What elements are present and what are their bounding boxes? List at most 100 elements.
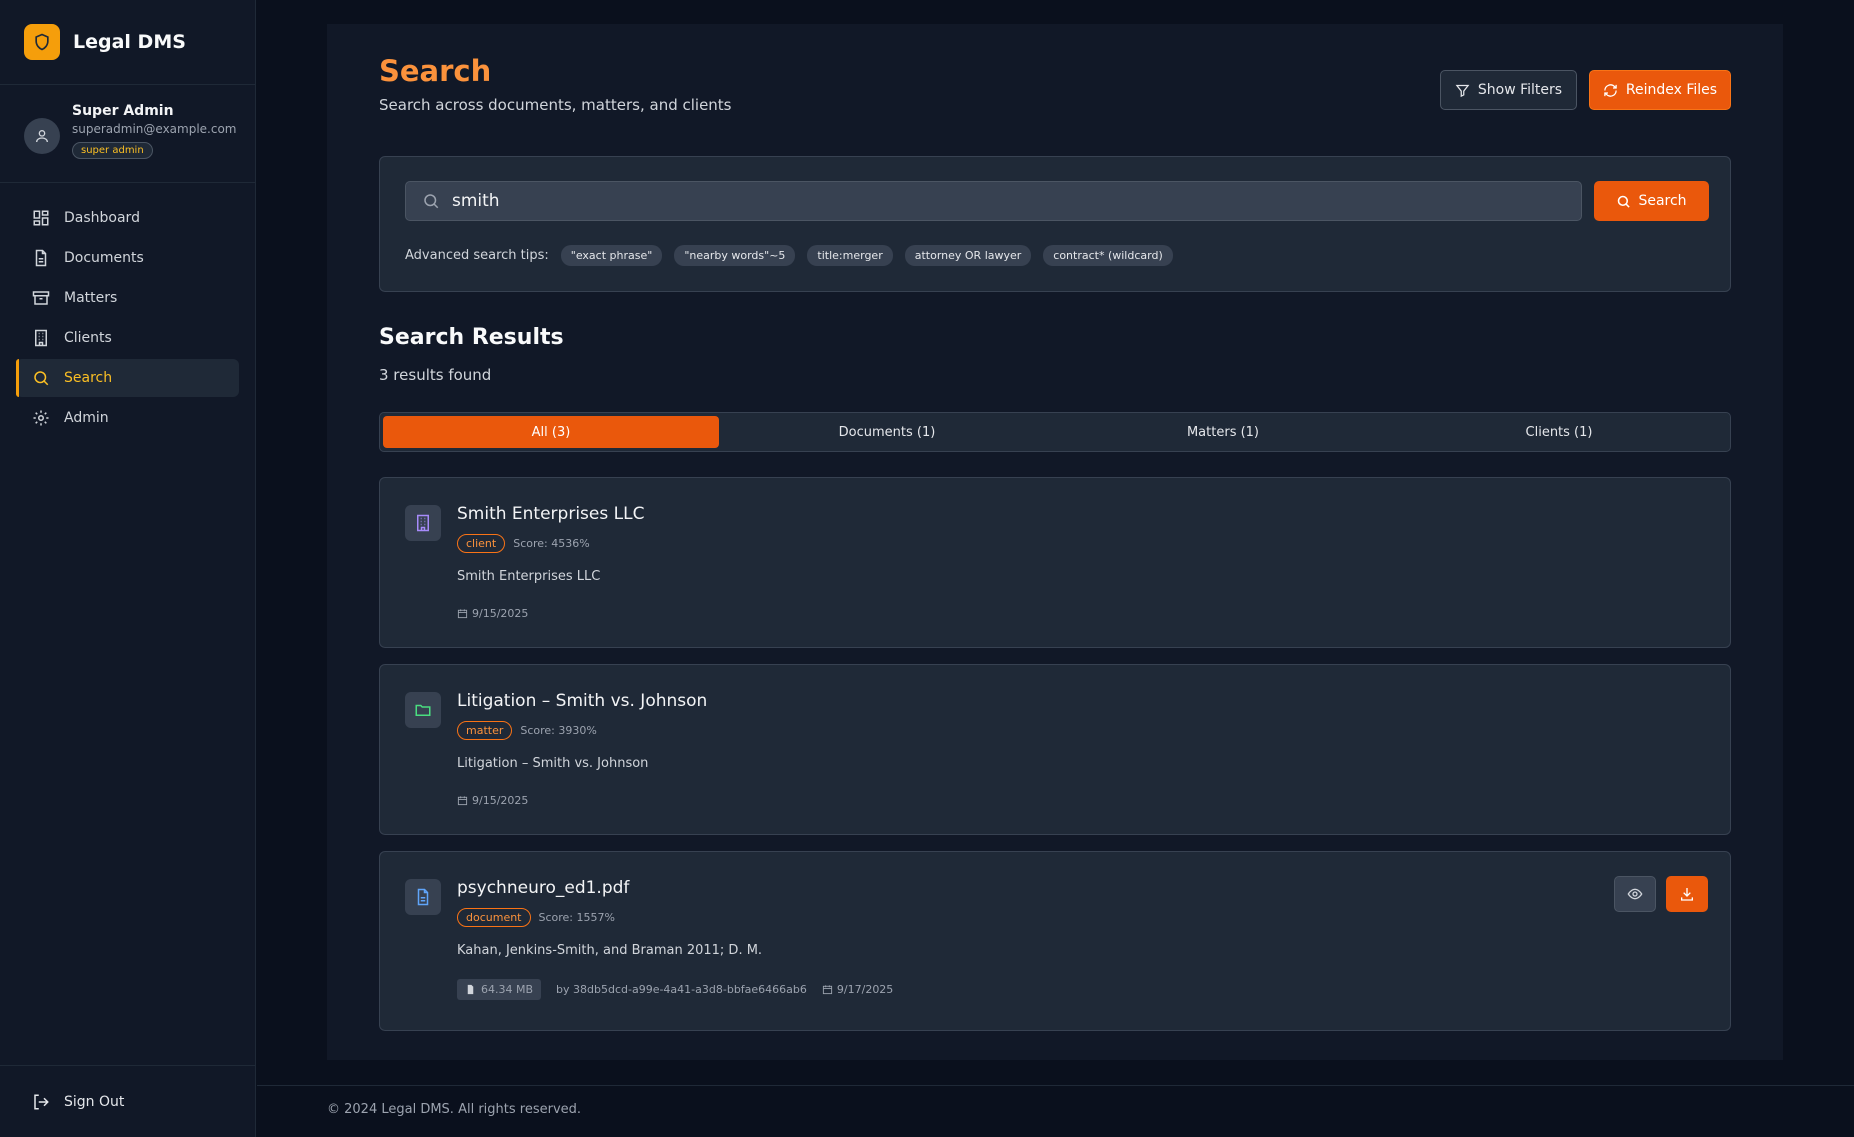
preview-button[interactable] <box>1614 876 1656 912</box>
sidebar-item-admin[interactable]: Admin <box>16 399 239 437</box>
tab-matters[interactable]: Matters (1) <box>1055 416 1391 448</box>
file-icon <box>405 879 441 915</box>
search-tip-chip[interactable]: contract* (wildcard) <box>1043 245 1173 266</box>
app-name: Legal DMS <box>73 31 186 53</box>
sign-out-button[interactable]: Sign Out <box>0 1065 255 1137</box>
search-button-label: Search <box>1638 193 1687 209</box>
result-card[interactable]: psychneuro_ed1.pdf document Score: 1557%… <box>379 851 1731 1031</box>
result-footer: 64.34 MB by 38db5dcd-a99e-4a41-a3d8-bbfa… <box>457 979 893 1000</box>
result-meta: client Score: 4536% <box>457 534 590 553</box>
search-icon <box>34 371 49 386</box>
result-score: Score: 4536% <box>513 537 590 550</box>
show-filters-button[interactable]: Show Filters <box>1440 70 1577 110</box>
result-type-badge: client <box>457 534 506 553</box>
result-meta: matter Score: 3930% <box>457 721 597 740</box>
result-card[interactable]: Smith Enterprises LLC client Score: 4536… <box>379 477 1731 648</box>
user-name: Super Admin <box>72 103 174 119</box>
reindex-files-button[interactable]: Reindex Files <box>1589 70 1731 110</box>
results-title: Search Results <box>379 325 564 350</box>
result-date-text: 9/17/2025 <box>836 983 894 996</box>
sidebar-item-label: Dashboard <box>64 210 140 226</box>
sidebar-item-label: Search <box>64 370 113 386</box>
file-size: 64.34 MB <box>481 983 534 996</box>
result-snippet: Litigation – Smith vs. Johnson <box>457 756 649 771</box>
user-role-badge: super admin <box>72 142 153 159</box>
search-tip-chip[interactable]: "exact phrase" <box>560 245 663 266</box>
result-date: 9/15/2025 <box>457 794 528 807</box>
folder-icon <box>405 692 441 728</box>
search-tips: Advanced search tips: "exact phrase" "ne… <box>405 245 1185 266</box>
sidebar-nav: Dashboard Documents Matters Clients Sear… <box>0 183 255 437</box>
result-score: Score: 1557% <box>538 911 615 924</box>
show-filters-label: Show Filters <box>1477 82 1563 98</box>
filter-icon <box>1455 84 1470 97</box>
result-date: 9/15/2025 <box>457 607 528 620</box>
result-snippet: Smith Enterprises LLC <box>457 569 601 584</box>
search-tips-label: Advanced search tips: <box>405 248 549 263</box>
download-icon <box>1681 888 1693 901</box>
page-title: Search <box>379 54 492 88</box>
user-email: superadmin@example.com <box>72 122 237 136</box>
sign-out-label: Sign Out <box>64 1093 125 1110</box>
result-title[interactable]: Smith Enterprises LLC <box>457 504 644 524</box>
search-button[interactable]: Search <box>1594 181 1709 221</box>
search-icon <box>424 194 439 209</box>
download-button[interactable] <box>1666 876 1708 912</box>
sidebar-item-search[interactable]: Search <box>16 359 239 397</box>
dashboard-icon <box>33 210 49 226</box>
archive-icon <box>32 291 50 305</box>
search-card: Search Advanced search tips: "exact phra… <box>379 156 1731 292</box>
results-tabs: All (3) Documents (1) Matters (1) Client… <box>379 412 1731 452</box>
tab-all[interactable]: All (3) <box>383 416 719 448</box>
main-panel: Search Search across documents, matters,… <box>327 24 1783 1060</box>
search-tip-chip[interactable]: "nearby words"~5 <box>674 245 796 266</box>
footer-copyright: © 2024 Legal DMS. All rights reserved. <box>327 1102 582 1117</box>
result-meta: document Score: 1557% <box>457 908 615 927</box>
result-type-badge: matter <box>457 721 513 740</box>
page-footer: © 2024 Legal DMS. All rights reserved. <box>257 1085 1854 1137</box>
file-icon <box>467 984 474 995</box>
sidebar-item-dashboard[interactable]: Dashboard <box>16 199 239 237</box>
sidebar-item-label: Admin <box>64 410 109 426</box>
sidebar-item-matters[interactable]: Matters <box>16 279 239 317</box>
page-header: Search Search across documents, matters,… <box>379 54 732 114</box>
tab-documents[interactable]: Documents (1) <box>719 416 1055 448</box>
result-title[interactable]: Litigation – Smith vs. Johnson <box>457 691 707 711</box>
sidebar-item-documents[interactable]: Documents <box>16 239 239 277</box>
result-title[interactable]: psychneuro_ed1.pdf <box>457 878 629 898</box>
page-subtitle: Search across documents, matters, and cl… <box>379 96 732 114</box>
reindex-files-label: Reindex Files <box>1625 82 1718 98</box>
result-date: 9/17/2025 <box>822 983 893 996</box>
result-author: by 38db5dcd-a99e-4a41-a3d8-bbfae6466ab6 <box>556 983 807 996</box>
refresh-icon <box>1604 83 1617 97</box>
gear-icon <box>33 410 49 426</box>
shield-logo-icon <box>24 24 60 60</box>
user-avatar-icon <box>24 118 60 154</box>
calendar-icon <box>457 609 468 619</box>
search-input[interactable] <box>452 191 1552 211</box>
sidebar: Legal DMS Super Admin superadmin@example… <box>0 0 256 1137</box>
results-count: 3 results found <box>379 366 492 384</box>
search-tip-chip[interactable]: title:merger <box>807 245 893 266</box>
result-score: Score: 3930% <box>520 724 597 737</box>
sidebar-item-label: Documents <box>64 250 144 266</box>
search-tip-chip[interactable]: attorney OR lawyer <box>904 245 1032 266</box>
sidebar-item-clients[interactable]: Clients <box>16 319 239 357</box>
document-icon <box>35 249 47 267</box>
result-date-text: 9/15/2025 <box>472 607 529 620</box>
sidebar-item-label: Clients <box>64 330 112 346</box>
tab-clients[interactable]: Clients (1) <box>1391 416 1727 448</box>
result-type-badge: document <box>457 908 531 927</box>
calendar-icon <box>822 985 832 995</box>
brand[interactable]: Legal DMS <box>0 0 255 85</box>
search-field[interactable] <box>405 181 1582 221</box>
calendar-icon <box>457 796 468 806</box>
result-card[interactable]: Litigation – Smith vs. Johnson matter Sc… <box>379 664 1731 835</box>
building-icon <box>405 505 441 541</box>
file-size-badge: 64.34 MB <box>457 979 542 1000</box>
user-profile: Super Admin superadmin@example.com super… <box>0 85 255 183</box>
result-date-text: 9/15/2025 <box>472 794 529 807</box>
sidebar-item-label: Matters <box>64 290 118 306</box>
search-icon <box>1618 195 1631 208</box>
logout-icon <box>34 1094 49 1109</box>
